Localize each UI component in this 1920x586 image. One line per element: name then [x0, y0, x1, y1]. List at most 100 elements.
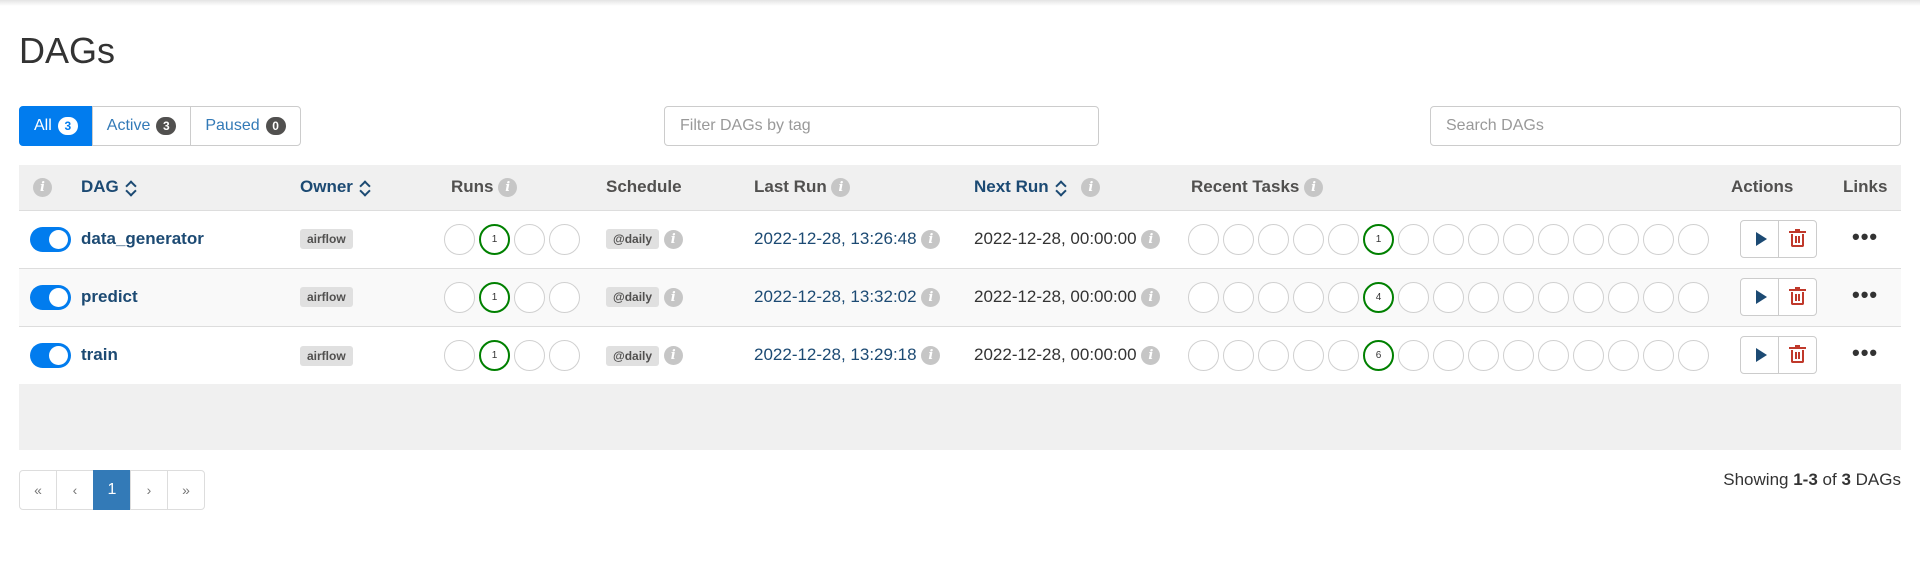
task-status-circle[interactable]	[1678, 223, 1709, 255]
dag-name-link[interactable]: data_generator	[81, 229, 204, 248]
task-status-circle[interactable]	[1573, 339, 1604, 371]
trigger-dag-button[interactable]	[1740, 278, 1779, 316]
task-status-circle[interactable]	[1188, 339, 1219, 371]
info-icon[interactable]: i	[663, 229, 683, 249]
page-first-button[interactable]: «	[19, 470, 57, 510]
page-next-button[interactable]: ›	[130, 470, 168, 510]
task-status-circle[interactable]	[1503, 339, 1534, 371]
task-status-circle[interactable]	[1293, 281, 1324, 313]
task-status-circle[interactable]	[1398, 339, 1429, 371]
delete-dag-button[interactable]	[1778, 220, 1817, 258]
col-next-run-label[interactable]: Next Run	[974, 177, 1049, 196]
info-icon[interactable]: i	[1141, 288, 1161, 307]
col-dag-header[interactable]: DAG	[81, 165, 292, 210]
run-status-circle[interactable]	[514, 339, 545, 371]
task-status-circle[interactable]	[1433, 281, 1464, 313]
dag-pause-toggle[interactable]	[30, 342, 71, 368]
task-status-circle[interactable]	[1608, 223, 1639, 255]
schedule-badge[interactable]: @daily	[606, 287, 660, 308]
run-success-circle[interactable]: 1	[479, 223, 510, 255]
task-success-circle[interactable]: 6	[1363, 339, 1394, 371]
last-run-link[interactable]: 2022-12-28, 13:29:18	[754, 345, 917, 364]
task-status-circle[interactable]	[1433, 223, 1464, 255]
task-status-circle[interactable]	[1503, 223, 1534, 255]
task-success-circle[interactable]: 4	[1363, 281, 1394, 313]
delete-dag-button[interactable]	[1778, 336, 1817, 375]
info-icon[interactable]: i	[33, 178, 52, 198]
sort-icon[interactable]	[125, 179, 137, 197]
dag-name-link[interactable]: predict	[81, 287, 138, 306]
task-status-circle[interactable]	[1258, 281, 1289, 313]
task-status-circle[interactable]	[1538, 339, 1569, 371]
task-status-circle[interactable]	[1678, 339, 1709, 371]
task-status-circle[interactable]	[1293, 223, 1324, 255]
owner-badge[interactable]: airflow	[300, 229, 353, 250]
task-status-circle[interactable]	[1538, 223, 1569, 255]
col-dag-label[interactable]: DAG	[81, 177, 119, 196]
info-icon[interactable]: i	[831, 178, 851, 198]
task-status-circle[interactable]	[1643, 223, 1674, 255]
dag-pause-toggle[interactable]	[30, 226, 71, 252]
info-icon[interactable]: i	[1141, 230, 1161, 249]
search-dags-input[interactable]	[1430, 106, 1901, 146]
task-status-circle[interactable]	[1468, 339, 1499, 371]
dag-name-link[interactable]: train	[81, 345, 118, 364]
task-status-circle[interactable]	[1328, 223, 1359, 255]
col-next-run-header[interactable]: Next Run i	[971, 165, 1188, 210]
task-status-circle[interactable]	[1538, 281, 1569, 313]
run-status-circle[interactable]	[549, 223, 580, 255]
info-icon[interactable]: i	[1304, 178, 1324, 198]
col-owner-header[interactable]: Owner	[292, 165, 444, 210]
page-last-button[interactable]: »	[167, 470, 205, 510]
tag-filter-input[interactable]	[664, 106, 1099, 146]
more-icon[interactable]: •••	[1852, 340, 1878, 365]
task-status-circle[interactable]	[1398, 223, 1429, 255]
task-status-circle[interactable]	[1573, 223, 1604, 255]
owner-badge[interactable]: airflow	[300, 345, 353, 366]
task-status-circle[interactable]	[1398, 281, 1429, 313]
last-run-link[interactable]: 2022-12-28, 13:32:02	[754, 287, 917, 306]
info-icon[interactable]: i	[921, 346, 941, 366]
page-current-button[interactable]: 1	[93, 470, 131, 510]
trigger-dag-button[interactable]	[1740, 220, 1779, 258]
task-status-circle[interactable]	[1223, 223, 1254, 255]
page-prev-button[interactable]: ‹	[56, 470, 94, 510]
col-owner-label[interactable]: Owner	[300, 177, 353, 196]
task-status-circle[interactable]	[1293, 339, 1324, 371]
run-status-circle[interactable]	[444, 223, 475, 255]
info-icon[interactable]: i	[663, 346, 683, 365]
info-icon[interactable]: i	[498, 178, 518, 198]
task-status-circle[interactable]	[1328, 339, 1359, 371]
info-icon[interactable]: i	[921, 230, 941, 249]
sort-icon[interactable]	[1055, 179, 1067, 197]
task-status-circle[interactable]	[1468, 281, 1499, 313]
sort-icon[interactable]	[359, 179, 371, 197]
trigger-dag-button[interactable]	[1740, 336, 1779, 375]
task-status-circle[interactable]	[1468, 223, 1499, 255]
dag-pause-toggle[interactable]	[30, 284, 71, 310]
run-status-circle[interactable]	[514, 281, 545, 313]
task-status-circle[interactable]	[1608, 281, 1639, 313]
task-status-circle[interactable]	[1223, 339, 1254, 371]
task-status-circle[interactable]	[1258, 339, 1289, 371]
info-icon[interactable]: i	[1081, 178, 1101, 198]
filter-all-button[interactable]: All 3	[19, 106, 93, 146]
last-run-link[interactable]: 2022-12-28, 13:26:48	[754, 229, 917, 248]
task-status-circle[interactable]	[1188, 281, 1219, 313]
task-status-circle[interactable]	[1678, 281, 1709, 313]
info-icon[interactable]: i	[663, 287, 683, 307]
more-icon[interactable]: •••	[1852, 282, 1878, 307]
delete-dag-button[interactable]	[1778, 278, 1817, 316]
run-success-circle[interactable]: 1	[479, 339, 510, 371]
task-status-circle[interactable]	[1433, 339, 1464, 371]
task-status-circle[interactable]	[1643, 281, 1674, 313]
info-icon[interactable]: i	[1141, 346, 1161, 366]
filter-paused-button[interactable]: Paused 0	[190, 106, 301, 146]
filter-active-button[interactable]: Active 3	[91, 106, 192, 146]
run-status-circle[interactable]	[444, 339, 475, 371]
schedule-badge[interactable]: @daily	[606, 345, 660, 366]
owner-badge[interactable]: airflow	[300, 287, 353, 308]
task-status-circle[interactable]	[1258, 223, 1289, 255]
task-status-circle[interactable]	[1608, 339, 1639, 371]
task-status-circle[interactable]	[1503, 281, 1534, 313]
